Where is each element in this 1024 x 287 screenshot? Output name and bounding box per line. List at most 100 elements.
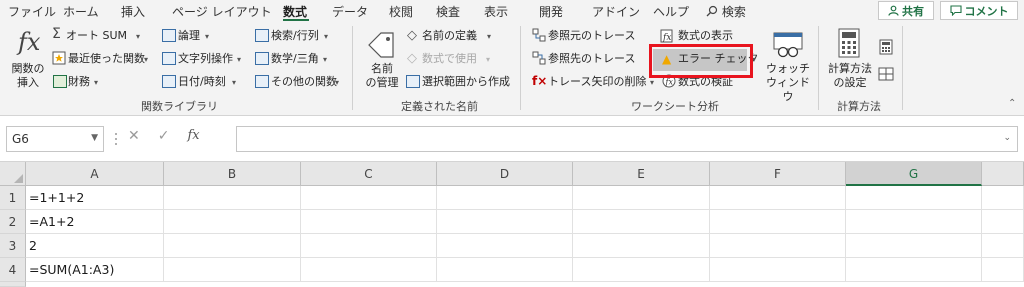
column-header-b[interactable]: B (164, 162, 301, 186)
tab-file[interactable]: ファイル (8, 3, 56, 20)
cell-g4[interactable] (846, 258, 982, 282)
tab-addins[interactable]: アドイン (592, 3, 640, 20)
cell-c2[interactable] (301, 210, 437, 234)
text-functions-label: 文字列操作 (178, 52, 233, 65)
name-box[interactable]: G6 ▼ (6, 126, 104, 152)
search-box[interactable]: 検索 (706, 3, 746, 20)
formula-input[interactable]: ⌄ (236, 126, 1018, 152)
tab-view[interactable]: 表示 (484, 3, 508, 20)
enter-icon[interactable]: ✓ (158, 128, 170, 144)
chevron-down-icon: ▾ (205, 32, 210, 41)
trace-precedents-label: 参照元のトレース (548, 29, 636, 42)
row-header-4[interactable]: 4 (0, 258, 26, 282)
chevron-down-icon: ▾ (486, 55, 491, 64)
lookup-icon (255, 29, 269, 42)
cell-f2[interactable] (710, 210, 846, 234)
watch-window-icon (772, 31, 804, 62)
cell-a3[interactable]: 2 (26, 234, 164, 258)
use-in-formula-label: 数式で使用 (422, 52, 477, 65)
sigma-icon: Σ (52, 26, 61, 42)
cancel-icon[interactable]: ✕ (128, 128, 140, 144)
cell-f1[interactable] (710, 186, 846, 210)
recent-functions-label: 最近使った関数 (68, 52, 145, 65)
cell-b1[interactable] (164, 186, 301, 210)
cell-g2[interactable] (846, 210, 982, 234)
column-header-e[interactable]: E (573, 162, 710, 186)
column-header-g[interactable]: G (846, 162, 982, 186)
cell-a1[interactable]: =1+1+2 (26, 186, 164, 210)
tab-insert[interactable]: 挿入 (121, 3, 145, 20)
tab-developer[interactable]: 開発 (539, 3, 563, 20)
tab-review[interactable]: 校閲 (389, 3, 413, 20)
tab-help[interactable]: ヘルプ (653, 3, 689, 20)
trace-dependents-label: 参照先のトレース (548, 52, 636, 65)
row-header-3[interactable]: 3 (0, 234, 26, 258)
more-functions-label: その他の関数 (271, 75, 337, 88)
calculator-icon (838, 28, 860, 61)
cell-c1[interactable] (301, 186, 437, 210)
logical-icon (162, 29, 176, 42)
cell-b3[interactable] (164, 234, 301, 258)
tab-data[interactable]: データ (332, 3, 368, 20)
chevron-down-icon[interactable]: ⌄ (1003, 133, 1011, 143)
calculation-options-label-2: の設定 (833, 76, 867, 89)
cell-f3[interactable] (710, 234, 846, 258)
tag-small-icon: ◇ (407, 28, 417, 43)
chevron-down-icon[interactable]: ▼ (91, 133, 98, 143)
share-button[interactable]: 共有 (878, 1, 934, 20)
insert-function-label-2: 挿入 (17, 76, 39, 89)
active-tab-indicator (283, 19, 309, 21)
cell-e3[interactable] (573, 234, 710, 258)
chevron-down-icon: ▾ (323, 55, 328, 64)
autosum-label: オート SUM (66, 29, 128, 42)
cell-c4[interactable] (301, 258, 437, 282)
tab-formulas[interactable]: 数式 (283, 3, 307, 20)
cell-d3[interactable] (437, 234, 573, 258)
cell-e1[interactable] (573, 186, 710, 210)
cell-d1[interactable] (437, 186, 573, 210)
name-manager-label-2: の管理 (365, 76, 399, 89)
tab-inspect[interactable]: 検査 (436, 3, 460, 20)
select-all-button[interactable] (0, 162, 26, 186)
calculation-options-label-1: 計算方法 (828, 62, 872, 75)
star-icon (52, 51, 66, 68)
chevron-down-icon: ▾ (237, 55, 242, 64)
tab-page-layout[interactable]: ページ レイアウト (172, 3, 272, 20)
cell-e4[interactable] (573, 258, 710, 282)
row-header-2[interactable]: 2 (0, 210, 26, 234)
cell-d2[interactable] (437, 210, 573, 234)
cell-a2[interactable]: =A1+2 (26, 210, 164, 234)
formula-bar-resize-handle[interactable] (114, 130, 118, 148)
row-header-5[interactable] (0, 282, 26, 287)
cell-g3[interactable] (846, 234, 982, 258)
row-header-1[interactable]: 1 (0, 186, 26, 210)
cell-a4[interactable]: =SUM(A1:A3) (26, 258, 164, 282)
share-label: 共有 (902, 4, 924, 18)
column-header-a[interactable]: A (26, 162, 164, 186)
cell-e2[interactable] (573, 210, 710, 234)
cell-g1[interactable] (846, 186, 982, 210)
name-manager-label-1: 名前 (371, 62, 393, 75)
cell-c3[interactable] (301, 234, 437, 258)
cell-b4[interactable] (164, 258, 301, 282)
chevron-down-icon: ▾ (335, 78, 340, 87)
comments-button[interactable]: コメント (940, 1, 1018, 20)
name-box-value: G6 (12, 132, 29, 146)
column-header-f[interactable]: F (710, 162, 846, 186)
insert-function-label-1: 関数の (11, 62, 45, 75)
formula-bar: G6 ▼ ✕ ✓ fx ⌄ (0, 116, 1024, 162)
datetime-label: 日付/時刻 (178, 75, 226, 88)
cell-f4[interactable] (710, 258, 846, 282)
cell-d4[interactable] (437, 258, 573, 282)
formula-auditing-group-label: ワークシート分析 (631, 100, 719, 113)
insert-function-icon[interactable]: fx (187, 128, 199, 144)
group-divider (902, 26, 903, 110)
cell-b2[interactable] (164, 210, 301, 234)
tab-home[interactable]: ホーム (63, 3, 99, 20)
column-header-c[interactable]: C (301, 162, 437, 186)
column-header-d[interactable]: D (437, 162, 573, 186)
search-icon (706, 5, 718, 17)
financial-label: 財務 (68, 75, 90, 88)
group-divider (520, 26, 521, 110)
collapse-ribbon-icon[interactable]: ⌃ (1008, 98, 1016, 109)
